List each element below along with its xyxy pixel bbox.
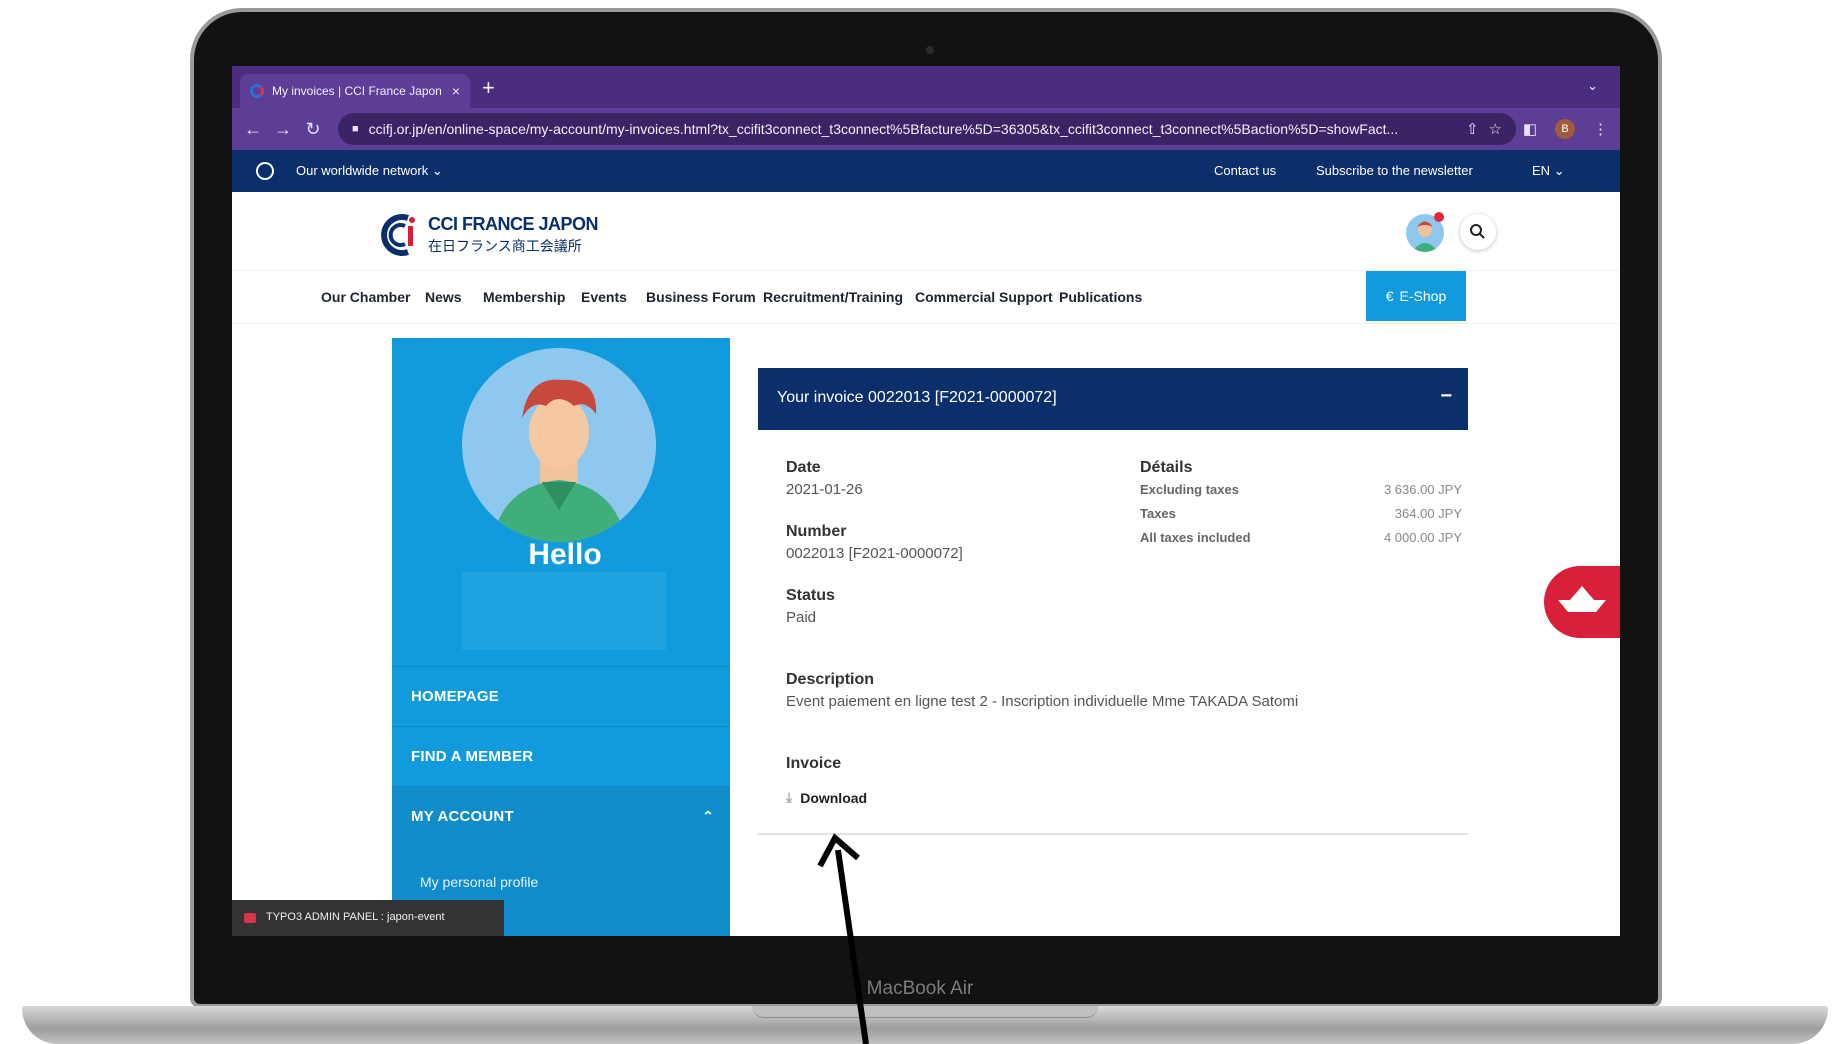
favicon-icon: [250, 84, 264, 98]
description-label: Description: [786, 671, 875, 688]
profile-avatar-large: [462, 348, 656, 542]
description-value: Event paiement en ligne test 2 - Inscrip…: [786, 693, 1299, 710]
paper-boat-icon: [1558, 586, 1606, 612]
number-value: 0022013 [F2021-0000072]: [786, 545, 963, 562]
back-icon[interactable]: ←: [238, 119, 268, 140]
download-label: Download: [800, 789, 868, 806]
all-taxes-value: 4 000.00 JPY: [1383, 530, 1462, 545]
details-label: Détails: [1140, 459, 1193, 476]
url-text[interactable]: ccifj.or.jp/en/online-space/my-account/m…: [369, 121, 1456, 137]
sidebar-item-homepage[interactable]: HOMEPAGE: [392, 666, 730, 726]
account-sidebar: Hello HOMEPAGE FIND A MEMBER MY ACCOUNT …: [392, 338, 730, 936]
excluding-taxes-value: 3 636.00 JPY: [1383, 482, 1462, 497]
sidebar-item-label: FIND A MEMBER: [411, 748, 534, 765]
nav-news[interactable]: News: [425, 289, 462, 305]
share-icon[interactable]: ⇧: [1466, 120, 1479, 138]
sidebar-subitem-label: My personal profile: [420, 874, 539, 890]
logo-subtitle[interactable]: 在日フランス商工会議所: [428, 236, 582, 256]
nav-commercial-support[interactable]: Commercial Support: [915, 289, 1053, 305]
admin-panel-label: TYPO3 ADMIN PANEL : japon-event: [266, 911, 445, 923]
device-label: MacBook Air: [866, 978, 974, 999]
invoice-header[interactable]: Your invoice 0022013 [F2021-0000072] −: [758, 368, 1468, 430]
forward-icon[interactable]: →: [268, 119, 298, 140]
globe-icon: [256, 162, 274, 180]
nav-our-chamber[interactable]: Our Chamber: [321, 289, 410, 305]
greeting: Hello: [528, 538, 602, 571]
collapse-icon[interactable]: −: [1440, 385, 1452, 408]
laptop-notch: [752, 1006, 1098, 1018]
eshop-button[interactable]: € E-Shop: [1366, 271, 1466, 321]
download-icon: ⤓: [786, 789, 793, 805]
invoice-label: Invoice: [786, 755, 842, 772]
more-menu-icon[interactable]: ⋮: [1593, 120, 1608, 138]
logo-title[interactable]: CCI FRANCE JAPON: [428, 214, 599, 235]
address-bar[interactable]: ■ ccifj.or.jp/en/online-space/my-account…: [338, 113, 1516, 145]
euro-icon: €: [1385, 288, 1394, 304]
nav-events[interactable]: Events: [581, 289, 627, 305]
typo3-icon: [244, 913, 256, 923]
sidebar-item-find-member[interactable]: FIND A MEMBER: [392, 726, 730, 786]
status-value: Paid: [786, 609, 817, 626]
chevron-down-icon: ⌄: [1553, 163, 1565, 178]
invoice-divider: [758, 833, 1468, 835]
excluding-taxes-label: Excluding taxes: [1140, 482, 1239, 497]
taxes-label: Taxes: [1140, 506, 1176, 521]
browser-toolbar: ← → ↻ ■ ccifj.or.jp/en/online-space/my-a…: [232, 108, 1620, 150]
new-tab-button[interactable]: +: [482, 75, 495, 101]
sidebar-item-my-account[interactable]: MY ACCOUNT ⌃: [392, 786, 730, 846]
sidebar-item-label: HOMEPAGE: [411, 688, 499, 705]
worldwide-network-link[interactable]: Our worldwide network ⌄: [296, 163, 443, 179]
profile-avatar[interactable]: B: [1555, 119, 1575, 139]
nav-publications[interactable]: Publications: [1059, 289, 1142, 305]
search-icon: [1470, 224, 1485, 239]
search-button[interactable]: [1460, 214, 1496, 250]
browser-tab[interactable]: My invoices | CCI France Japon ×: [240, 74, 470, 108]
date-label: Date: [786, 459, 821, 476]
notification-badge: [1434, 212, 1444, 222]
site-top-bar: Our worldwide network ⌄ Contact us Subsc…: [232, 150, 1620, 192]
taxes-value: 364.00 JPY: [1394, 506, 1462, 521]
language-selector[interactable]: EN ⌄: [1532, 163, 1565, 179]
tab-title: My invoices | CCI France Japon: [272, 84, 442, 98]
lock-icon[interactable]: ■: [352, 123, 359, 135]
person-illustration-icon: [492, 379, 626, 542]
nav-recruitment-training[interactable]: Recruitment/Training: [763, 289, 903, 305]
user-name-placeholder: [462, 572, 666, 650]
date-value: 2021-01-26: [786, 481, 863, 498]
typo3-admin-panel[interactable]: TYPO3 ADMIN PANEL : japon-event: [232, 900, 504, 936]
floating-shop-button[interactable]: [1544, 566, 1620, 638]
number-label: Number: [786, 523, 847, 540]
reload-icon[interactable]: ↻: [298, 119, 328, 140]
eshop-label: E-Shop: [1399, 288, 1447, 304]
language-label: EN: [1532, 163, 1551, 178]
download-link[interactable]: ⤓ Download: [786, 789, 867, 806]
toolbar-actions: ◧ B ⋮: [1523, 119, 1608, 139]
browser-tab-bar: My invoices | CCI France Japon × + ⌄: [232, 66, 1620, 108]
chevron-up-icon[interactable]: ⌃: [702, 808, 714, 825]
nav-business-forum[interactable]: Business Forum: [646, 289, 756, 305]
screen: My invoices | CCI France Japon × + ⌄ ← →…: [232, 66, 1620, 936]
camera: [926, 46, 934, 54]
chevron-down-icon: ⌄: [431, 163, 443, 178]
site-header: CCI FRANCE JAPON 在日フランス商工会議所: [232, 192, 1620, 270]
main-navigation: Our Chamber News Membership Events Busin…: [232, 270, 1620, 324]
contact-link[interactable]: Contact us: [1214, 163, 1276, 178]
status-label: Status: [786, 587, 835, 604]
cci-logo-icon[interactable]: [378, 212, 418, 258]
sidebar-item-label: MY ACCOUNT: [411, 808, 514, 825]
bookmark-star-icon[interactable]: ☆: [1489, 120, 1502, 138]
tab-search-icon[interactable]: ⌄: [1587, 78, 1598, 94]
close-tab-icon[interactable]: ×: [452, 83, 460, 99]
all-taxes-label: All taxes included: [1140, 530, 1251, 545]
newsletter-link[interactable]: Subscribe to the newsletter: [1316, 163, 1473, 178]
nav-membership[interactable]: Membership: [483, 289, 565, 305]
invoice-title: Your invoice 0022013 [F2021-0000072]: [777, 389, 1057, 406]
network-label: Our worldwide network: [296, 163, 429, 178]
side-panel-icon[interactable]: ◧: [1523, 120, 1537, 138]
